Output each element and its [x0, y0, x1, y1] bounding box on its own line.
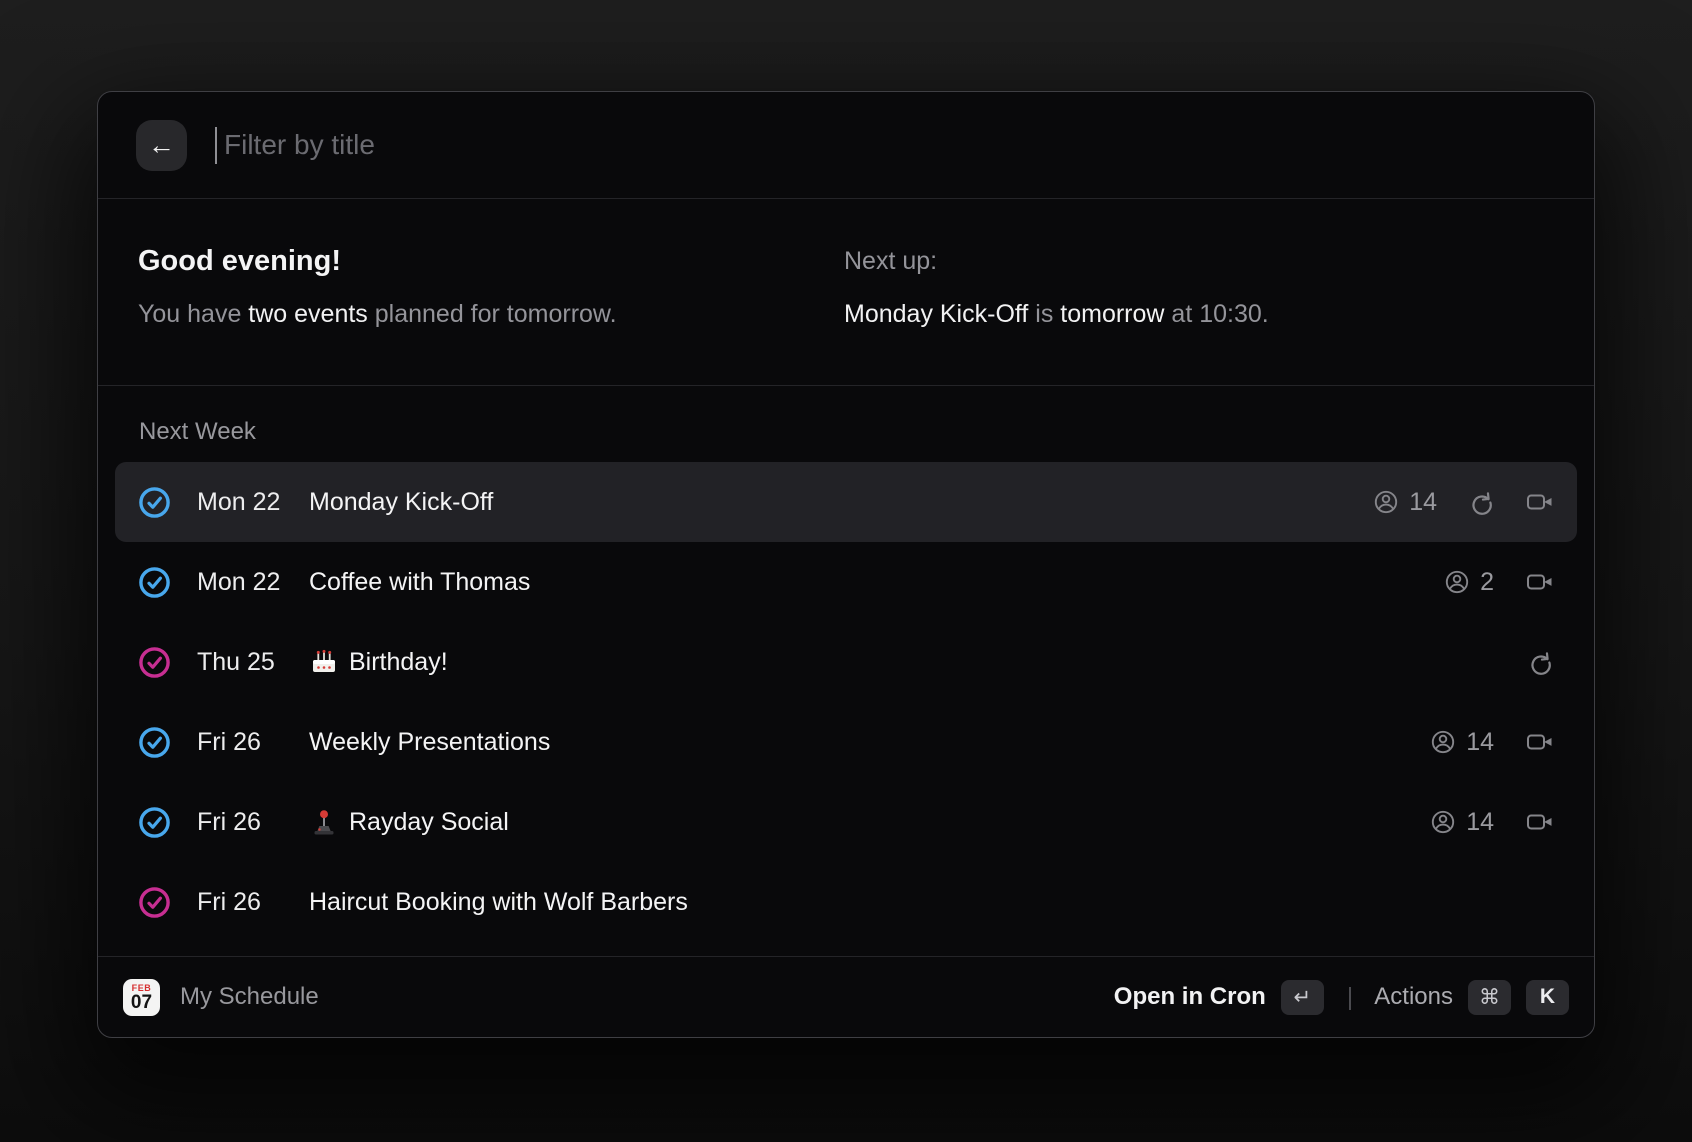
text-cursor	[215, 127, 217, 164]
attendee-count: 14	[1409, 488, 1437, 517]
event-date: Fri 26	[197, 888, 309, 917]
check-circle-icon	[139, 647, 170, 678]
footer-bar: FEB 07 My Schedule Open in Cron ↵ | Acti…	[98, 956, 1594, 1037]
event-meta: 14	[1373, 488, 1553, 517]
attendee-count: 14	[1466, 808, 1494, 837]
birthday-cake-icon	[309, 647, 339, 677]
person-icon	[1430, 729, 1456, 755]
attendee-count: 14	[1466, 728, 1494, 757]
person-icon	[1444, 569, 1470, 595]
back-arrow-icon: ←	[148, 132, 175, 159]
person-icon	[1430, 809, 1456, 835]
video-camera-icon	[1526, 729, 1553, 755]
list-item-haircut-booking[interactable]: Fri 26 Haircut Booking with Wolf Barbers	[115, 862, 1577, 942]
attendee-count: 2	[1480, 568, 1494, 597]
footer-divider: |	[1347, 983, 1354, 1012]
greeting-left: Good evening! You have two events planne…	[138, 245, 844, 385]
list-item-birthday[interactable]: Thu 25 Birthday!	[115, 622, 1577, 702]
check-circle-icon	[139, 807, 170, 838]
list-item-weekly-presentations[interactable]: Fri 26 Weekly Presentations 14	[115, 702, 1577, 782]
list-item-coffee-with-thomas[interactable]: Mon 22 Coffee with Thomas 2	[115, 542, 1577, 622]
greeting-title: Good evening!	[138, 245, 844, 278]
event-title: Haircut Booking with Wolf Barbers	[309, 888, 688, 917]
check-circle-icon	[139, 727, 170, 758]
actions-button[interactable]: Actions ⌘ K	[1374, 980, 1569, 1015]
back-button[interactable]: ←	[136, 120, 187, 171]
calendar-icon: FEB 07	[123, 979, 160, 1016]
video-camera-icon	[1526, 809, 1553, 835]
enter-key-badge: ↵	[1281, 980, 1324, 1015]
next-up-text: Monday Kick-Off is tomorrow at 10:30.	[844, 299, 1554, 330]
open-in-cron-label: Open in Cron	[1114, 983, 1266, 1011]
video-camera-icon	[1526, 489, 1553, 515]
attendees: 14	[1373, 488, 1437, 517]
attendees: 2	[1444, 568, 1494, 597]
person-icon	[1373, 489, 1399, 515]
list-item-rayday-social[interactable]: Fri 26 Rayday Social 14	[115, 782, 1577, 862]
footer-actions: Open in Cron ↵ | Actions ⌘ K	[1114, 980, 1569, 1015]
event-title: Monday Kick-Off	[309, 488, 493, 517]
list-item-monday-kick-off[interactable]: Mon 22 Monday Kick-Off 14	[115, 462, 1577, 542]
event-date: Thu 25	[197, 648, 309, 677]
greeting-summary: You have two events planned for tomorrow…	[138, 299, 844, 330]
attendees: 14	[1430, 728, 1494, 757]
event-title: Rayday Social	[349, 808, 509, 837]
cmd-key-badge: ⌘	[1468, 980, 1511, 1015]
section-header: Next Week	[115, 418, 1577, 446]
event-title: Weekly Presentations	[309, 728, 550, 757]
event-meta: 2	[1444, 568, 1553, 597]
extension-label: My Schedule	[180, 983, 319, 1011]
event-date: Mon 22	[197, 488, 309, 517]
recurring-icon	[1528, 650, 1553, 675]
attendees: 14	[1430, 808, 1494, 837]
search-bar: ←	[98, 92, 1594, 199]
calendar-day: 07	[131, 993, 152, 1013]
recurring-icon	[1469, 490, 1494, 515]
filter-input[interactable]	[222, 128, 1556, 162]
event-meta: 14	[1430, 808, 1553, 837]
event-list: Next Week Mon 22 Monday Kick-Off 14 Mon …	[98, 386, 1594, 956]
command-palette-window: ← Good evening! You have two events plan…	[97, 91, 1595, 1038]
video-camera-icon	[1526, 569, 1553, 595]
next-up-label: Next up:	[844, 245, 1554, 278]
calendar-month: FEB	[132, 983, 152, 993]
check-circle-icon	[139, 567, 170, 598]
k-key-badge: K	[1526, 980, 1569, 1015]
greeting-section: Good evening! You have two events planne…	[98, 199, 1594, 386]
event-date: Mon 22	[197, 568, 309, 597]
event-meta	[1528, 650, 1553, 675]
next-up-panel: Next up: Monday Kick-Off is tomorrow at …	[844, 245, 1554, 385]
event-meta: 14	[1430, 728, 1553, 757]
event-date: Fri 26	[197, 728, 309, 757]
actions-label: Actions	[1374, 983, 1453, 1011]
joystick-icon	[309, 807, 339, 837]
check-circle-icon	[139, 487, 170, 518]
check-circle-icon	[139, 887, 170, 918]
event-date: Fri 26	[197, 808, 309, 837]
event-title: Birthday!	[349, 648, 448, 677]
open-in-cron-button[interactable]: Open in Cron ↵	[1114, 980, 1324, 1015]
event-title: Coffee with Thomas	[309, 568, 530, 597]
